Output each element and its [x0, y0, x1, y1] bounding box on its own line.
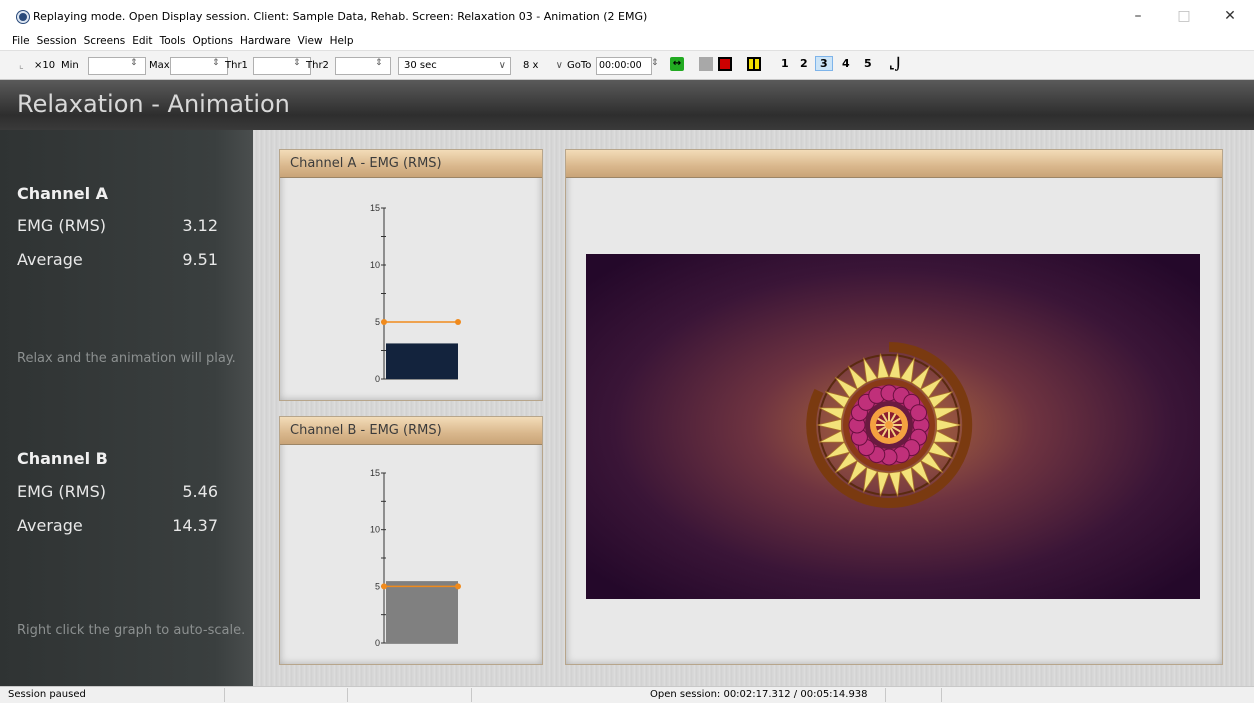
- status-divider: [885, 688, 886, 702]
- thr1-label: Thr1: [225, 60, 248, 71]
- stats-panel: Channel A EMG (RMS) 3.12 Average 9.51 Re…: [0, 130, 253, 686]
- autoscale-instruction: Right click the graph to auto-scale.: [17, 623, 246, 638]
- status-message: Session paused: [8, 689, 86, 700]
- app-icon: [17, 11, 29, 23]
- screen-2-button[interactable]: 2: [800, 57, 808, 70]
- timebase-value: 30 sec: [404, 60, 437, 71]
- minimize-button[interactable]: –: [1115, 0, 1161, 32]
- maximize-button[interactable]: □: [1161, 0, 1207, 32]
- channel-a-tick-label: 5: [375, 317, 380, 327]
- mandala-petal: [910, 404, 928, 422]
- channel-b-emg-label: EMG (RMS): [17, 482, 106, 501]
- status-divider: [347, 688, 348, 702]
- menu-session[interactable]: Session: [37, 35, 77, 47]
- screen-1-button[interactable]: 1: [781, 57, 789, 70]
- channel-a-tick-label: 15: [370, 203, 380, 213]
- scale-label[interactable]: ×10: [34, 57, 55, 75]
- channel-b-bar-graph[interactable]: 0 5 10 15: [280, 445, 542, 664]
- screen-title: Relaxation - Animation: [17, 90, 290, 118]
- channel-a-threshold-handle[interactable]: [455, 319, 461, 325]
- toolbar: ⌞ ×10 Min ⇕ Max ⇕ Thr1 ⇕ Thr2 ⇕ 30 sec ∨ …: [0, 50, 1254, 80]
- window-title: Replaying mode. Open Display session. Cl…: [33, 10, 648, 23]
- channel-b-avg-label: Average: [17, 516, 83, 535]
- channel-a-bar-graph[interactable]: 0 5 10 15: [280, 178, 542, 400]
- speed-select[interactable]: 8 x ∨: [518, 57, 566, 75]
- min-spinner-icon[interactable]: ⇕: [130, 58, 138, 68]
- status-divider: [224, 688, 225, 702]
- channel-a-tick-label: 0: [375, 374, 380, 384]
- max-label: Max: [149, 60, 170, 71]
- max-spinner-icon[interactable]: ⇕: [212, 58, 220, 68]
- title-bar: Replaying mode. Open Display session. Cl…: [0, 0, 1254, 32]
- channel-b-tick-label: 15: [370, 468, 380, 478]
- goto-input[interactable]: 00:00:00: [596, 57, 652, 75]
- pause-icon[interactable]: [747, 57, 761, 71]
- chevron-down-icon: ∨: [555, 60, 563, 71]
- channel-b-emg-value: 5.46: [182, 482, 218, 501]
- channel-b-threshold-handle[interactable]: [455, 583, 461, 590]
- menu-help[interactable]: Help: [330, 35, 354, 47]
- menu-view[interactable]: View: [298, 35, 323, 47]
- thr2-spinner-icon[interactable]: ⇕: [375, 58, 383, 68]
- status-bar: Session paused Open session: 00:02:17.31…: [0, 686, 1254, 703]
- relax-instruction: Relax and the animation will play.: [17, 351, 236, 366]
- menu-options[interactable]: Options: [192, 35, 233, 47]
- screen-3-button[interactable]: 3: [815, 56, 833, 71]
- thr1-input[interactable]: [253, 57, 311, 75]
- speed-value: 8 x: [523, 60, 539, 71]
- channel-b-tick-label: 10: [370, 525, 380, 535]
- thr2-label: Thr2: [306, 60, 329, 71]
- channel-a-avg-value: 9.51: [182, 250, 218, 269]
- swap-icon[interactable]: ↔: [670, 57, 684, 71]
- channel-a-tick-label: 10: [370, 260, 380, 270]
- thr1-spinner-icon[interactable]: ⇕: [293, 58, 301, 68]
- channel-a-emg-value: 3.12: [182, 216, 218, 235]
- axis-icon: ⌞: [19, 60, 24, 71]
- step-icon[interactable]: ⌞⌡: [889, 57, 902, 71]
- screen-header: Relaxation - Animation: [0, 80, 1254, 130]
- channel-b-tick-label: 5: [375, 581, 380, 591]
- session-time: Open session: 00:02:17.312 / 00:05:14.93…: [650, 689, 868, 700]
- menu-hardware[interactable]: Hardware: [240, 35, 291, 47]
- menu-file[interactable]: File: [12, 35, 30, 47]
- goto-spinner-icon[interactable]: ⇕: [651, 58, 659, 68]
- channel-a-graph-title: Channel A - EMG (RMS): [280, 150, 542, 178]
- status-divider: [471, 688, 472, 702]
- animation-panel-title: [566, 150, 1222, 178]
- screen-5-button[interactable]: 5: [864, 57, 872, 70]
- stop-icon[interactable]: [718, 57, 732, 71]
- goto-label: GoTo: [567, 60, 592, 71]
- animation-panel[interactable]: [565, 149, 1223, 665]
- channel-b-graph-title: Channel B - EMG (RMS): [280, 417, 542, 445]
- channel-b-threshold-handle[interactable]: [381, 583, 387, 590]
- screen-4-button[interactable]: 4: [842, 57, 850, 70]
- channel-a-emg-label: EMG (RMS): [17, 216, 106, 235]
- channel-b-tick-label: 0: [375, 638, 380, 648]
- menu-bar: File Session Screens Edit Tools Options …: [0, 32, 1254, 50]
- chevron-down-icon: ∨: [498, 60, 506, 71]
- thr2-input[interactable]: [335, 57, 391, 75]
- mandala-animation: [586, 254, 1200, 599]
- channel-b-graph-panel[interactable]: Channel B - EMG (RMS) 0 5 10 15: [279, 416, 543, 665]
- channel-b-avg-value: 14.37: [172, 516, 218, 535]
- channel-a-threshold-handle[interactable]: [381, 319, 387, 325]
- channel-a-emg-bar: [386, 343, 458, 379]
- channel-b-emg-bar: [386, 581, 458, 643]
- record-disabled-icon[interactable]: [699, 57, 713, 71]
- close-button[interactable]: ✕: [1207, 0, 1253, 32]
- channel-b-heading: Channel B: [17, 449, 108, 468]
- channel-a-heading: Channel A: [17, 184, 108, 203]
- timebase-select[interactable]: 30 sec ∨: [398, 57, 511, 75]
- channel-a-graph-panel[interactable]: Channel A - EMG (RMS) 0 5 10 15: [279, 149, 543, 401]
- min-label: Min: [61, 60, 79, 71]
- channel-a-avg-label: Average: [17, 250, 83, 269]
- status-divider: [941, 688, 942, 702]
- menu-edit[interactable]: Edit: [132, 35, 152, 47]
- menu-screens[interactable]: Screens: [84, 35, 126, 47]
- menu-tools[interactable]: Tools: [160, 35, 186, 47]
